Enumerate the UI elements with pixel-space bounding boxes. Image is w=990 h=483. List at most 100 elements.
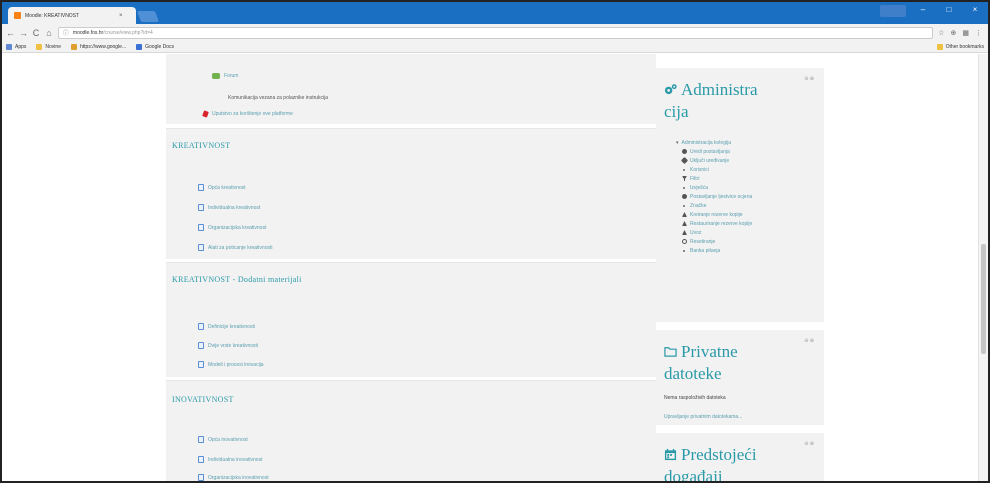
block-controls[interactable]: ⊖ ⊕ [804, 338, 814, 344]
activity-guide[interactable]: Uputstvo za korištenje ove platforme [202, 110, 293, 118]
resource-label: Organizacijska inovativnost [208, 474, 269, 481]
resource-item[interactable]: Opća kreativnost [198, 184, 246, 191]
extension-icon[interactable]: ⊕ [951, 29, 957, 37]
resource-item[interactable]: Organizacijska inovativnost [198, 474, 269, 481]
resource-item[interactable]: Individualna inovativnost [198, 456, 262, 463]
other-bookmarks[interactable]: Other bookmarks [936, 43, 984, 50]
gears-icon [664, 84, 677, 95]
scrollbar-thumb[interactable] [981, 244, 986, 354]
window-controls: – □ × [880, 5, 984, 17]
block-title-line2: cija [664, 102, 689, 121]
tree-item[interactable]: Postavljanje ljestvice ocjena [676, 192, 752, 201]
resource-label: Opća kreativnost [208, 184, 246, 191]
resource-item[interactable]: Dvije vrste kreativnosti [198, 342, 258, 349]
resource-item[interactable]: Opća inovativnost [198, 436, 248, 443]
home-icon[interactable]: ⌂ [45, 28, 53, 38]
pencil-icon [680, 156, 689, 165]
tree-root[interactable]: ▾ Administracija kolegija [676, 138, 752, 147]
forward-icon[interactable]: → [19, 28, 28, 38]
file-icon [198, 474, 204, 481]
block-title: Administra cija [664, 79, 758, 123]
tree-item[interactable]: Korisnici [676, 165, 752, 174]
browser-tab[interactable]: Moodle: KREATIVNOST × [8, 7, 136, 24]
minimize-icon[interactable]: – [914, 5, 932, 17]
activity-label: Forum [224, 73, 239, 79]
url-text: moodle.fos.hr/course/view.php?id=4 [73, 30, 153, 36]
tree-item-label: Filtri [690, 175, 700, 182]
folder-icon [36, 43, 43, 50]
tab-close-icon[interactable]: × [119, 13, 123, 19]
bookmark-star-icon[interactable]: ☆ [938, 29, 944, 37]
tree-item[interactable]: Uredi postavljanja [676, 147, 752, 156]
tree-item-label: Resetiranje [690, 238, 716, 245]
file-icon [198, 323, 204, 330]
tree-item[interactable]: Uključi uređivanje [676, 156, 752, 165]
reload-icon[interactable]: C [32, 28, 40, 38]
tree-item[interactable]: Filtri [676, 174, 752, 183]
warning-triangle-icon [682, 230, 687, 235]
activity-forum[interactable]: Forum [212, 73, 238, 79]
resource-item[interactable]: Modeli i procesi inovacija [198, 361, 264, 368]
bookmark-apps[interactable]: Apps [6, 43, 27, 50]
admin-tree: ▾ Administracija kolegija Uredi postavlja… [676, 138, 752, 255]
tree-root-label: Administracija kolegija [681, 139, 731, 146]
tree-item-label: Izvješća [690, 184, 709, 191]
reset-icon [682, 239, 687, 244]
browser-window: Moodle: KREATIVNOST × – □ × ← → C ⌂ ⓘ mo… [0, 0, 990, 483]
course-main: Forum Komunikacija vezana za polaznike i… [166, 54, 656, 481]
manage-files-link[interactable]: Upravljanje privatnim datotekama... [664, 414, 742, 420]
file-icon [198, 204, 204, 211]
resource-item[interactable]: Organizacijska kreativnost [198, 224, 266, 231]
block-title: Predstojeći događaji [664, 444, 757, 483]
url-path: /course/view.php?id=4 [103, 29, 153, 36]
close-window-icon[interactable]: × [966, 5, 984, 17]
block-controls[interactable]: ⊖ ⊕ [804, 76, 814, 82]
folder-icon [936, 43, 943, 50]
calendar-icon [664, 448, 677, 461]
block-title-line2: događaji [664, 467, 723, 483]
page-content: Forum Komunikacija vezana za polaznike i… [2, 54, 988, 481]
tree-item-label: Restauriranje rezerve kopije [690, 220, 753, 227]
bookmark-docs[interactable]: Google Docs [136, 43, 174, 50]
address-bar[interactable]: ⓘ moodle.fos.hr/course/view.php?id=4 [57, 26, 934, 39]
site-info-icon[interactable]: ⓘ [63, 28, 69, 37]
tree-item[interactable]: Restauriranje rezerve kopije [676, 219, 752, 228]
bookmark-label: Novine [45, 43, 61, 50]
tree-item-label: Korisnici [690, 166, 709, 173]
tree-item[interactable]: Uvoz [676, 228, 752, 237]
tree-item[interactable]: Resetiranje [676, 237, 752, 246]
bullet-icon [683, 249, 685, 252]
activity-label: Uputstvo za korištenje ove platforme [212, 111, 293, 117]
tree-item[interactable]: Banka pitanja [676, 246, 752, 255]
resource-label: Definicije kreativnosti [208, 323, 255, 330]
extension-grid-icon[interactable]: ▦ [962, 29, 969, 37]
tree-item-label: Uvoz [690, 229, 702, 236]
section-title: INOVATIVNOST [172, 395, 234, 404]
resource-item[interactable]: Alati za poticanje kreativnosti [198, 244, 272, 251]
tree-item[interactable]: Značke [676, 201, 752, 210]
maximize-icon[interactable]: □ [940, 5, 958, 17]
bookmark-google[interactable]: https://www.google... [70, 43, 126, 50]
menu-icon[interactable]: ⋮ [975, 29, 982, 37]
user-profile-button[interactable] [880, 5, 906, 17]
block-title-line1: Administra [681, 80, 758, 99]
block-title-line1: Predstojeći [681, 445, 757, 464]
file-icon [198, 436, 204, 443]
resource-item[interactable]: Definicije kreativnosti [198, 323, 255, 330]
tab-title: Moodle: KREATIVNOST [25, 12, 80, 19]
back-icon[interactable]: ← [6, 28, 15, 38]
resource-label: Dvije vrste kreativnosti [208, 342, 259, 349]
block-controls[interactable]: ⊖ ⊕ [804, 441, 814, 447]
tree-item[interactable]: Kreiranje rezerve kopije [676, 210, 752, 219]
page-scrollbar[interactable] [978, 54, 988, 481]
section-inovativnost: INOVATIVNOST Opća inovativnost Individua… [166, 380, 656, 481]
section-title: KREATIVNOST - Dodatni materijali [172, 275, 302, 284]
tree-item[interactable]: Izvješća [676, 183, 752, 192]
new-tab-button[interactable] [136, 11, 160, 22]
resource-item[interactable]: Individualna kreativnost [198, 204, 260, 211]
bookmark-label: Apps [15, 43, 27, 50]
pin-icon [202, 110, 209, 118]
bookmark-novine[interactable]: Novine [36, 43, 61, 50]
folder-icon [664, 347, 677, 357]
section-title: KREATIVNOST [172, 141, 231, 150]
